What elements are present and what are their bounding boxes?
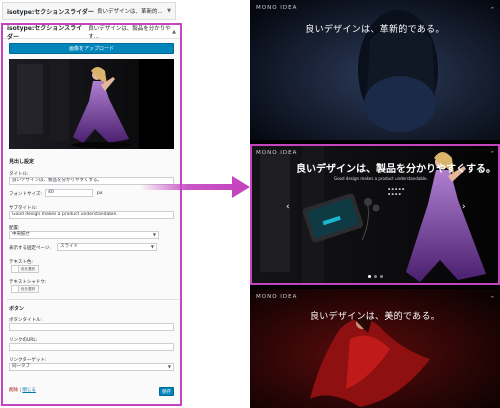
- button-section-title: ボタン: [9, 306, 25, 312]
- preview-slide-3: MONO IDEA 良いデザインは、美的である。 ≡: [250, 289, 500, 408]
- link-target-select[interactable]: 同一タブ ▼: [9, 363, 174, 371]
- slide-3-photo: [250, 289, 500, 408]
- collapsed-section-type: isotype:セクションスライダー: [7, 8, 94, 16]
- link-url-input[interactable]: [9, 343, 174, 351]
- text-shadow-picker-button[interactable]: 色を選択: [11, 285, 39, 293]
- woman-dress-photo: [9, 59, 174, 149]
- delete-link[interactable]: 削除: [9, 388, 18, 393]
- panel-title: 良いデザインは、製品を分かりやす...: [88, 25, 171, 40]
- heading-settings-title: 見出し設定: [9, 159, 35, 165]
- font-size-input[interactable]: 40: [45, 189, 93, 197]
- display-page-label: 表示する固定ページ:: [9, 246, 51, 251]
- chevron-down-icon: ▼: [152, 232, 156, 237]
- align-select-value: 中央揃せ: [12, 232, 30, 237]
- font-size-unit: px: [97, 191, 103, 196]
- display-page-select[interactable]: スライド ▼: [57, 243, 157, 251]
- color-button-label: 色を選択: [21, 266, 35, 271]
- site-preview: MONO IDEA 良いデザインは、革新的である。 ≡ MONO IDEA 良い…: [250, 0, 500, 408]
- upload-image-button[interactable]: 画像をアップロード: [9, 43, 174, 54]
- chevron-down-icon: ▼: [167, 364, 171, 369]
- font-size-label: フォントサイズ:: [9, 192, 42, 197]
- button-title-input[interactable]: [9, 323, 174, 331]
- align-select[interactable]: 中央揃せ ▼: [9, 231, 159, 239]
- footer-links: 削除 | 閉じる: [9, 388, 36, 393]
- subtitle-input[interactable]: Good design makes a product understandab…: [9, 211, 174, 219]
- panel-header[interactable]: isotype:セクションスライダー 良いデザインは、製品を分かりやす... ▲: [3, 24, 180, 41]
- color-button-label: 色を選択: [21, 286, 35, 291]
- slide-image-thumbnail: [9, 59, 174, 149]
- preview-slide-2: MONO IDEA 良いデザインは、製品を分かりやすくする。 Good desi…: [250, 144, 500, 285]
- display-page-select-value: スライド: [60, 244, 78, 249]
- expand-arrow-icon[interactable]: ▼: [167, 8, 171, 14]
- slide-1-headline: 良いデザインは、革新的である。: [305, 25, 445, 35]
- site-logo[interactable]: MONO IDEA: [256, 294, 297, 300]
- screenshot-root: isotype:セクションスライダー 良いデザインは、革新的... ▼ isot…: [0, 0, 500, 408]
- chevron-down-icon: ▼: [150, 244, 154, 249]
- highlight-frame: [250, 144, 500, 285]
- site-logo[interactable]: MONO IDEA: [256, 5, 297, 11]
- collapsed-section-header[interactable]: isotype:セクションスライダー 良いデザインは、革新的... ▼: [2, 2, 176, 20]
- preview-slide-1: MONO IDEA 良いデザインは、革新的である。 ≡: [250, 0, 500, 140]
- color-swatch: [12, 286, 19, 292]
- menu-icon[interactable]: ≡: [491, 5, 494, 10]
- panel-type-label: isotype:セクションスライダー: [7, 24, 83, 41]
- link-target-select-value: 同一タブ: [12, 364, 30, 369]
- slide-1-photo: [250, 0, 500, 140]
- section-slider-widget-panel: isotype:セクションスライダー 良いデザインは、製品を分かりやす... ▲…: [1, 23, 182, 406]
- menu-icon[interactable]: ≡: [491, 294, 494, 299]
- slide-3-headline: 良いデザインは、美的である。: [309, 312, 441, 322]
- close-link[interactable]: 閉じる: [22, 388, 36, 393]
- arrow-right-icon: [140, 176, 250, 198]
- color-swatch: [12, 266, 19, 272]
- section-divider: [7, 299, 180, 300]
- collapse-arrow-icon[interactable]: ▲: [172, 29, 176, 35]
- save-button[interactable]: 保存: [159, 387, 174, 396]
- collapsed-section-title: 良いデザインは、革新的...: [96, 9, 163, 15]
- text-color-picker-button[interactable]: 色を選択: [11, 265, 39, 273]
